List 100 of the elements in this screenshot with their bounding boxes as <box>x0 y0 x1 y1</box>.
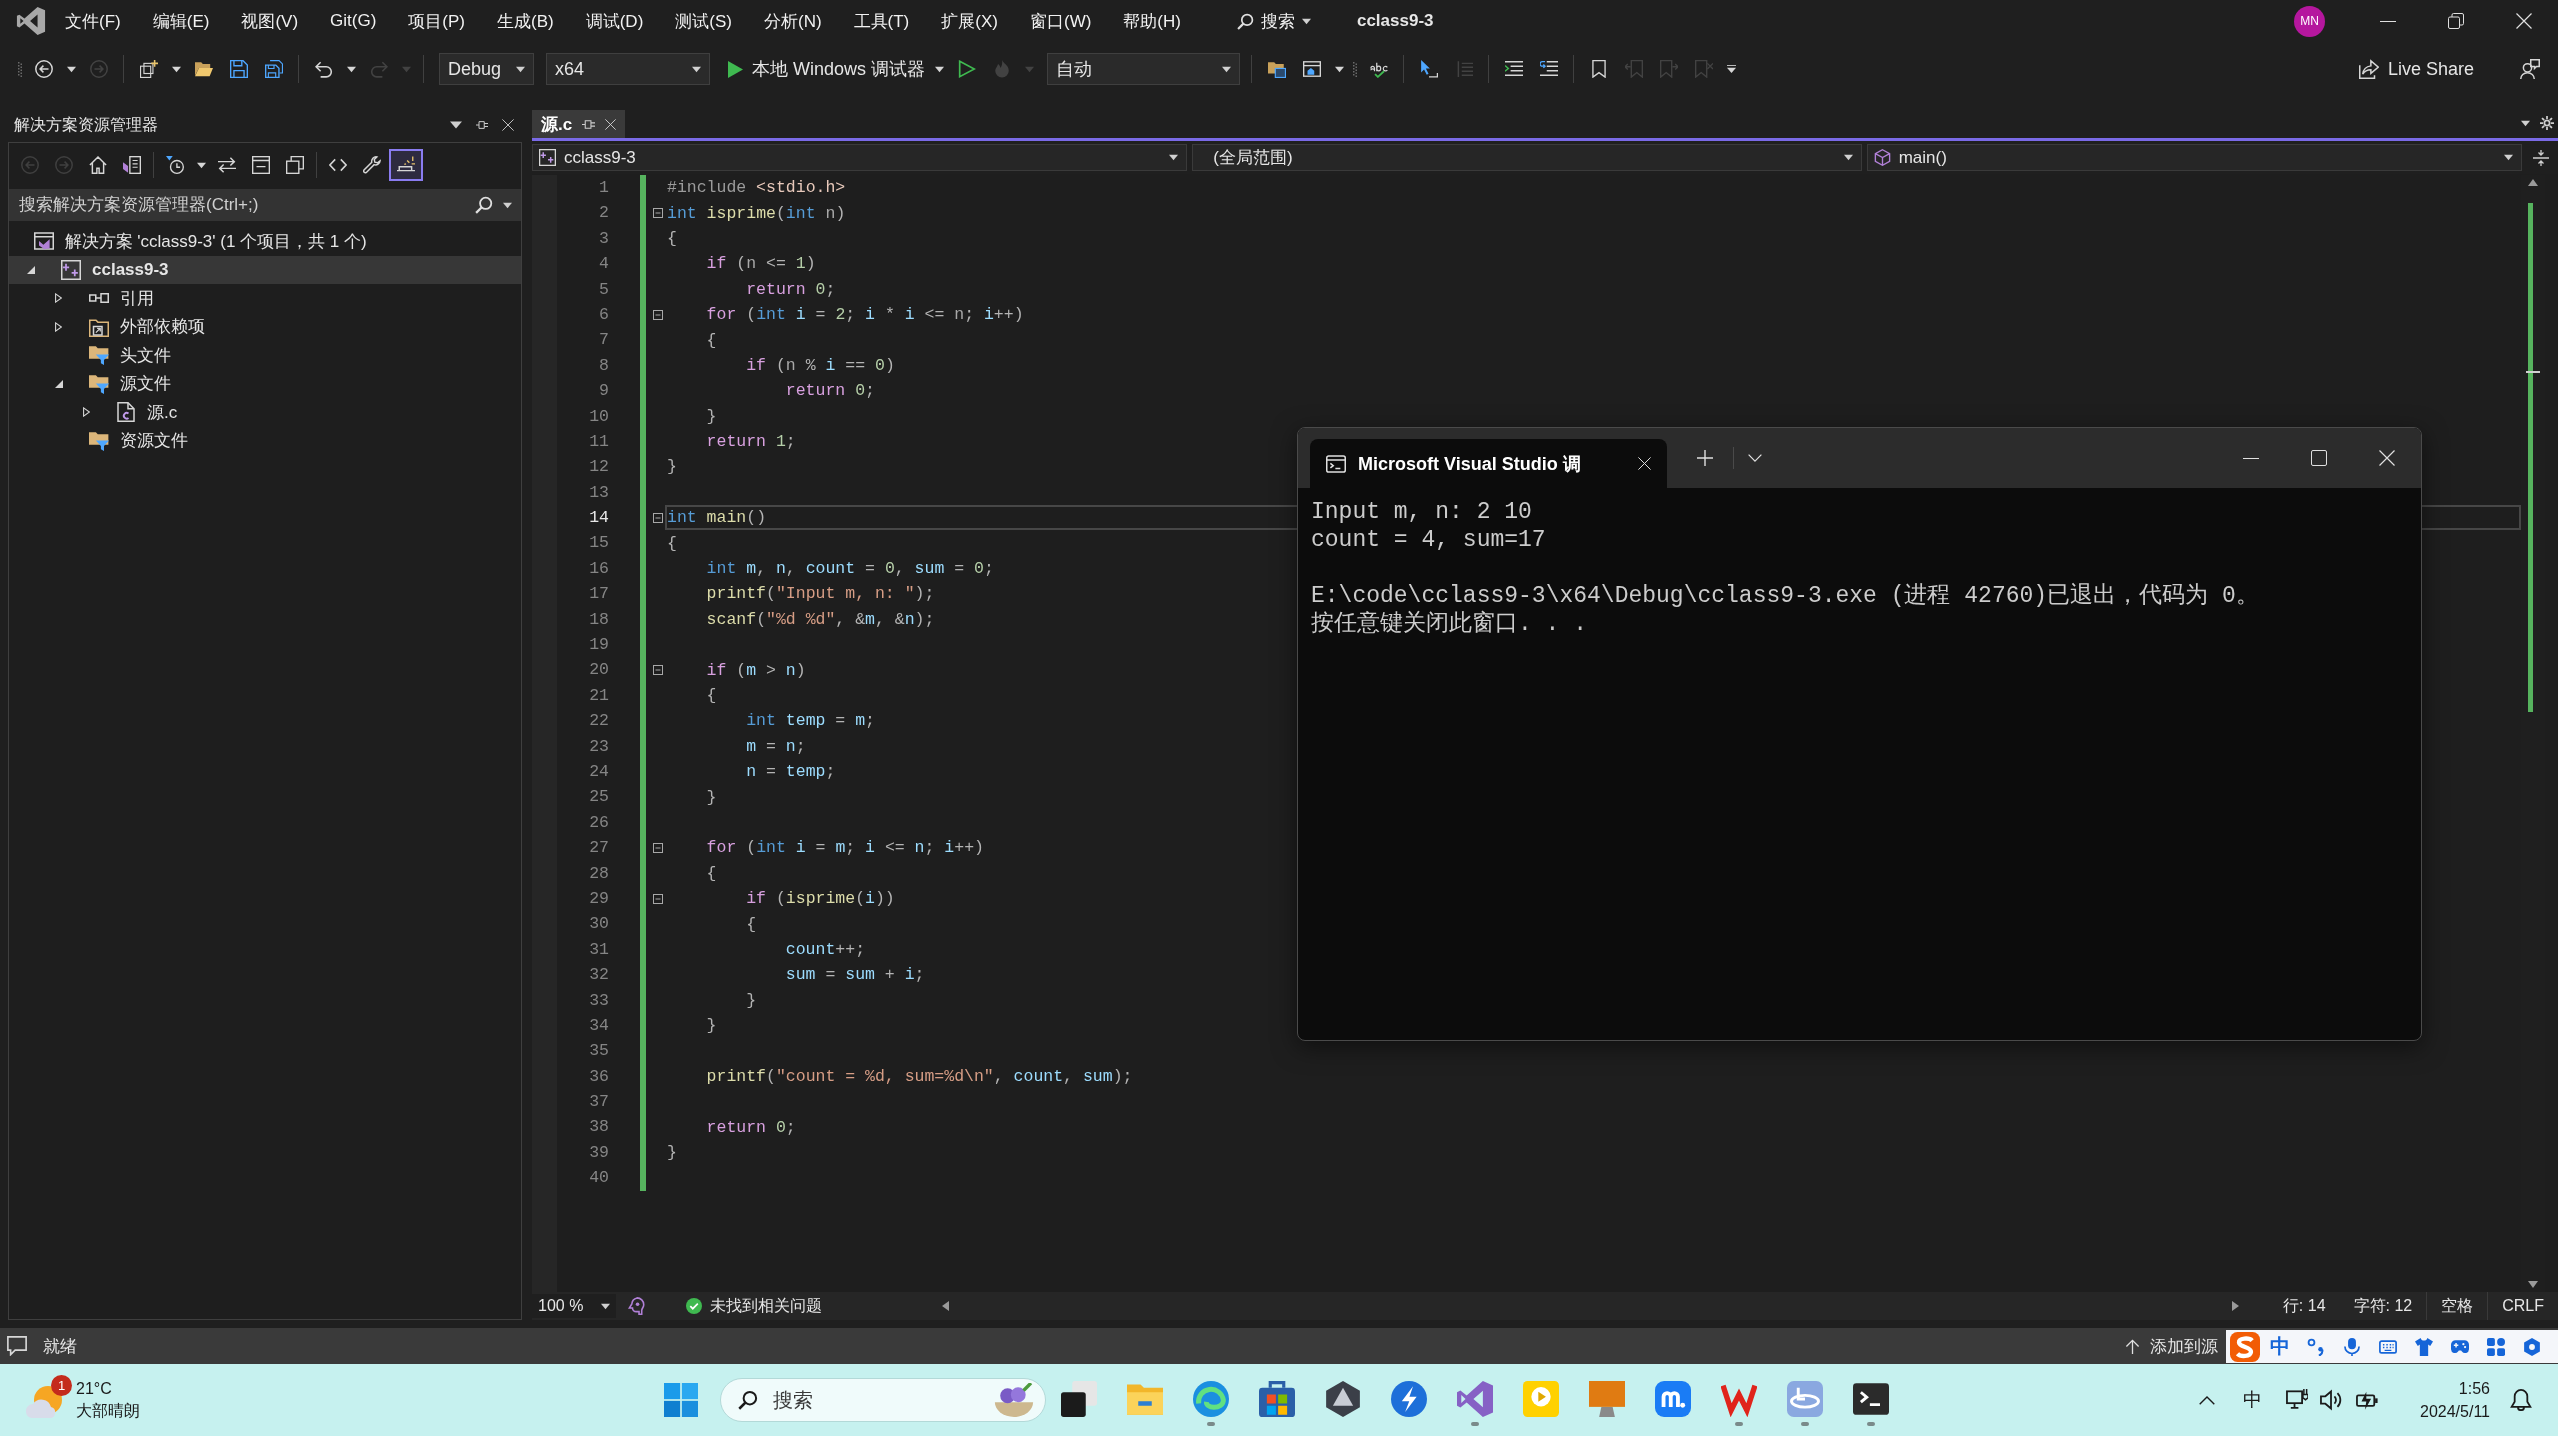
indentation-indicator[interactable]: 空格 <box>2426 1292 2488 1320</box>
caret-icon[interactable] <box>450 119 462 131</box>
collapse-icon[interactable] <box>653 842 663 853</box>
menu-item[interactable]: 生成(B) <box>481 5 570 37</box>
keyboard-icon[interactable] <box>2379 1337 2397 1356</box>
column-indicator[interactable]: 字符: 12 <box>2339 1292 2427 1320</box>
lightning-icon[interactable] <box>1391 1380 1427 1417</box>
caret-icon[interactable] <box>934 64 944 74</box>
menu-item[interactable]: 项目(P) <box>392 5 481 37</box>
search-button[interactable]: 搜索 <box>1236 9 1311 33</box>
switch-views-icon[interactable] <box>123 156 141 174</box>
folder-window-icon[interactable] <box>1267 60 1286 78</box>
menu-item[interactable]: 工具(T) <box>837 5 926 37</box>
browser-icon[interactable] <box>1193 1380 1229 1417</box>
indent-lines-icon[interactable] <box>1504 60 1523 78</box>
feedback-icon[interactable] <box>2520 59 2540 79</box>
pin-icon[interactable] <box>582 117 596 131</box>
platform-dropdown[interactable]: x64 <box>546 53 710 85</box>
menu-item[interactable]: 测试(S) <box>659 5 748 37</box>
clock-date[interactable]: 2024/5/11 <box>2420 1400 2490 1423</box>
expanded-arrow-icon[interactable] <box>54 379 63 388</box>
start-icon[interactable] <box>664 1383 698 1417</box>
collapse-icon[interactable] <box>653 309 663 320</box>
scope-dropdown[interactable]: (全局范围) <box>1192 144 1862 171</box>
ribbon-logo-icon[interactable] <box>1457 1380 1493 1417</box>
cursor-icon[interactable] <box>1419 60 1438 78</box>
split-icon[interactable] <box>2533 149 2549 166</box>
settings-icon[interactable] <box>2540 116 2554 130</box>
scroll-left-icon[interactable] <box>942 1301 949 1311</box>
account-avatar[interactable]: MN <box>2294 5 2325 37</box>
scroll-down-icon[interactable] <box>2528 1281 2538 1288</box>
mode-dropdown[interactable]: 自动 <box>1047 53 1241 85</box>
tree-item[interactable]: 外部依赖项 <box>9 312 521 341</box>
plus-icon[interactable] <box>1697 450 1713 466</box>
live-share-button[interactable]: Live Share <box>2358 58 2474 80</box>
start-debugging-button[interactable]: 本地 Windows 调试器 <box>724 53 930 85</box>
collapse-all-icon[interactable] <box>252 156 270 174</box>
tree-item[interactable]: 资源文件 <box>9 426 521 455</box>
close-icon[interactable] <box>2516 13 2532 29</box>
caret-icon[interactable] <box>66 64 76 74</box>
save-icon[interactable] <box>229 60 248 78</box>
bookmark-icon[interactable] <box>1589 60 1608 78</box>
source-control-button[interactable]: 添加到源 <box>2125 1334 2218 1358</box>
new-item-icon[interactable] <box>139 60 158 78</box>
open-folder-icon[interactable] <box>194 60 213 78</box>
store-bag-icon[interactable] <box>1259 1380 1295 1417</box>
search-icon[interactable] <box>475 196 493 214</box>
menu-item[interactable]: 帮助(H) <box>1107 5 1197 37</box>
search-field[interactable]: 搜索解决方案资源管理器(Ctrl+;) <box>9 189 521 221</box>
home-icon[interactable] <box>89 156 107 174</box>
menu-item[interactable]: 调试(D) <box>569 5 660 37</box>
line-indicator[interactable]: 行: 14 <box>2268 1292 2340 1320</box>
caret-icon[interactable] <box>1334 64 1344 74</box>
back-icon[interactable] <box>34 60 53 78</box>
m-tile-icon[interactable] <box>1655 1380 1691 1417</box>
input-mode-indicator[interactable]: 中 <box>2243 1387 2262 1413</box>
menu-item[interactable]: 编辑(E) <box>136 5 226 37</box>
caret-icon[interactable] <box>2521 118 2530 128</box>
preview-toggle-button[interactable] <box>389 149 423 181</box>
scroll-up-icon[interactable] <box>2528 179 2538 186</box>
message-icon[interactable] <box>7 1336 27 1356</box>
settings-icon[interactable] <box>2523 1337 2541 1356</box>
collapsed-arrow-icon[interactable] <box>55 321 62 332</box>
close-icon[interactable] <box>605 118 617 130</box>
save-all-icon[interactable] <box>264 60 283 78</box>
network-icon[interactable] <box>2286 1389 2308 1411</box>
tree-item[interactable]: 源.c <box>9 398 521 427</box>
line-ending-indicator[interactable]: CRLF <box>2487 1292 2558 1320</box>
chevron-down-icon[interactable] <box>1748 454 1762 462</box>
project-dropdown[interactable]: cclass9-3 <box>532 144 1188 171</box>
tree-item[interactable]: 引用 <box>9 284 521 313</box>
scroll-right-icon[interactable] <box>2231 1301 2239 1311</box>
close-icon[interactable] <box>1638 457 1651 470</box>
close-icon[interactable] <box>2379 450 2395 466</box>
collapse-icon[interactable] <box>653 893 663 904</box>
input-mode-toggle[interactable]: 中 <box>2270 1333 2290 1360</box>
clock-icon[interactable] <box>166 156 184 174</box>
play-tile-icon[interactable] <box>1523 1380 1559 1417</box>
terminal-icon[interactable] <box>1853 1380 1889 1417</box>
window-icon[interactable] <box>1302 60 1321 78</box>
minimize-icon[interactable] <box>2243 457 2259 459</box>
ring-tile-icon[interactable] <box>1787 1380 1823 1417</box>
shirt-icon[interactable] <box>2415 1337 2433 1356</box>
tree-item[interactable]: cclass9-3 <box>9 255 521 284</box>
wrench-icon[interactable] <box>363 156 381 174</box>
code-icon[interactable] <box>329 156 347 174</box>
menu-item[interactable]: 分析(N) <box>747 5 838 37</box>
overflow-icon[interactable] <box>1726 64 1736 74</box>
volume-icon[interactable] <box>2320 1389 2342 1411</box>
menu-item[interactable]: Git(G) <box>314 7 393 35</box>
taskbar-search-field[interactable]: 搜索 <box>720 1378 1046 1422</box>
maximize-icon[interactable] <box>2311 450 2327 466</box>
ime-logo-icon[interactable] <box>2230 1331 2260 1362</box>
menu-item[interactable]: 视图(V) <box>225 5 315 37</box>
tree-item[interactable]: 解决方案 'cclass9-3' (1 个项目，共 1 个) <box>9 227 521 256</box>
monitor-icon[interactable] <box>1589 1380 1625 1417</box>
clock-time[interactable]: 1:56 <box>2458 1377 2490 1400</box>
bell-icon[interactable] <box>2510 1389 2532 1411</box>
caret-icon[interactable] <box>503 201 512 210</box>
zoom-dropdown[interactable]: 100 % <box>532 1294 616 1318</box>
